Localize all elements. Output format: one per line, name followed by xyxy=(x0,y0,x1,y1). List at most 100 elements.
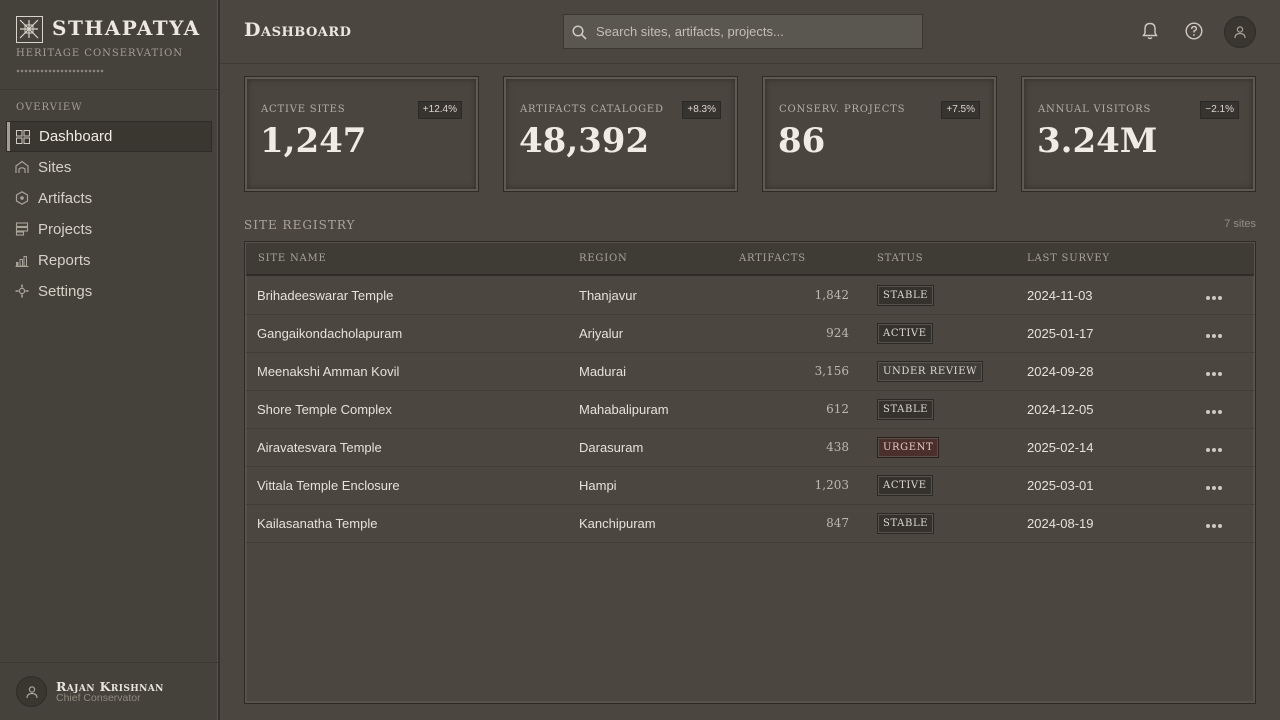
sidebar-nav: Dashboard Sites Artifacts Projects Repor… xyxy=(6,121,212,307)
sidebar-item-projects[interactable]: Projects xyxy=(6,214,212,245)
table-header: SITE NAME REGION ARTIFACTS STATUS LAST S… xyxy=(246,243,1254,276)
last-survey-date: 2025-02-14 xyxy=(1027,440,1094,455)
section-title: SITE REGISTRY xyxy=(244,218,356,232)
stat-card-visitors[interactable]: ANNUAL VISITORS −2.1% 3.24M xyxy=(1021,76,1256,192)
column-header-status[interactable]: STATUS xyxy=(877,253,923,264)
site-name: Meenakshi Amman Kovil xyxy=(257,364,400,379)
notifications-button[interactable] xyxy=(1140,21,1160,41)
last-survey-date: 2024-09-28 xyxy=(1027,364,1094,379)
site-name: Gangaikondacholapuram xyxy=(257,326,403,341)
sidebar-item-sites[interactable]: Sites xyxy=(6,152,212,183)
search-input[interactable] xyxy=(596,15,916,48)
sidebar-item-artifacts[interactable]: Artifacts xyxy=(6,183,212,214)
column-header-last-survey[interactable]: LAST SURVEY xyxy=(1027,253,1110,264)
status-badge: STABLE xyxy=(877,399,935,420)
user-role: Chief Conservator xyxy=(56,692,141,704)
status-badge: STABLE xyxy=(877,285,935,306)
more-options-icon[interactable] xyxy=(1206,477,1230,493)
last-survey-date: 2024-12-05 xyxy=(1027,402,1094,417)
brand-name: STHAPATYA xyxy=(52,16,201,40)
stat-value: 3.24M xyxy=(1037,121,1158,161)
last-survey-date: 2024-11-03 xyxy=(1027,288,1093,303)
more-options-icon[interactable] xyxy=(1206,287,1230,303)
stat-label: ARTIFACTS CATALOGED xyxy=(520,104,664,115)
table-row[interactable]: Airavatesvara Temple Darasuram 438 URGENT 20… xyxy=(246,429,1254,467)
site-name: Shore Temple Complex xyxy=(257,402,392,417)
divider xyxy=(0,662,218,663)
site-name: Brihadeeswarar Temple xyxy=(257,288,394,303)
stack-icon xyxy=(15,222,29,236)
status-badge: UNDER REVIEW xyxy=(877,361,983,382)
stat-card-projects[interactable]: CONSERV. PROJECTS +7.5% 86 xyxy=(762,76,997,192)
site-region: Mahabalipuram xyxy=(579,402,669,417)
more-options-icon[interactable] xyxy=(1206,401,1230,417)
more-options-icon[interactable] xyxy=(1206,515,1230,531)
help-button[interactable] xyxy=(1184,21,1204,41)
stat-label: CONSERV. PROJECTS xyxy=(779,104,906,115)
artifact-count: 924 xyxy=(826,326,849,340)
site-name: Vittala Temple Enclosure xyxy=(257,478,400,493)
more-options-icon[interactable] xyxy=(1206,325,1230,341)
temple-icon xyxy=(15,160,29,173)
search-bar[interactable] xyxy=(563,14,923,49)
site-registry-table: SITE NAME REGION ARTIFACTS STATUS LAST S… xyxy=(244,241,1256,704)
user-icon xyxy=(1234,26,1246,39)
site-name: Kailasanatha Temple xyxy=(257,516,378,531)
stat-change-badge: +7.5% xyxy=(941,101,980,119)
site-region: Darasuram xyxy=(579,440,644,455)
table-row[interactable]: Shore Temple Complex Mahabalipuram 612 STAB… xyxy=(246,391,1254,429)
stat-card-artifacts[interactable]: ARTIFACTS CATALOGED +8.3% 48,392 xyxy=(503,76,738,192)
account-button[interactable] xyxy=(1224,16,1256,48)
help-icon xyxy=(1185,22,1203,40)
search-icon xyxy=(572,25,587,40)
status-badge: STABLE xyxy=(877,513,935,534)
stat-label: ANNUAL VISITORS xyxy=(1038,104,1152,115)
status-badge: ACTIVE xyxy=(877,323,933,344)
grid-icon xyxy=(16,130,30,144)
more-options-icon[interactable] xyxy=(1206,363,1230,379)
status-badge: URGENT xyxy=(877,437,940,458)
table-row[interactable]: Kailasanatha Temple Kanchipuram 847 STABLE 2… xyxy=(246,505,1254,543)
brand-tagline: HERITAGE CONSERVATION xyxy=(16,48,184,59)
column-header-artifacts[interactable]: ARTIFACTS xyxy=(739,253,806,264)
site-region: Madurai xyxy=(579,364,626,379)
sidebar-item-label: Settings xyxy=(38,283,93,300)
artifact-count: 438 xyxy=(826,440,849,454)
table-row[interactable]: Gangaikondacholapuram Ariyalur 924 ACTIVE 20… xyxy=(246,315,1254,353)
last-survey-date: 2025-01-17 xyxy=(1027,326,1094,341)
sidebar-item-label: Projects xyxy=(38,221,93,238)
artifact-count: 847 xyxy=(826,516,849,530)
site-region: Kanchipuram xyxy=(579,516,656,531)
artifact-count: 3,156 xyxy=(814,364,849,378)
user-avatar[interactable] xyxy=(16,676,47,707)
sidebar-item-label: Sites xyxy=(38,159,72,176)
divider xyxy=(0,89,218,90)
site-name: Airavatesvara Temple xyxy=(257,440,382,455)
artifact-count: 1,842 xyxy=(814,288,849,302)
table-row[interactable]: Vittala Temple Enclosure Hampi 1,203 ACTIVE… xyxy=(246,467,1254,505)
column-header-site-name[interactable]: SITE NAME xyxy=(258,253,327,264)
page-title: Dashboard xyxy=(244,19,352,41)
artifact-count: 1,203 xyxy=(814,478,849,492)
table-row[interactable]: Brihadeeswarar Temple Thanjavur 1,842 STABL… xyxy=(246,277,1254,315)
hexagon-icon xyxy=(15,191,29,205)
stat-change-badge: +12.4% xyxy=(417,101,462,119)
column-header-region[interactable]: REGION xyxy=(579,253,628,264)
site-count: 7 sites xyxy=(1224,218,1256,230)
stat-change-badge: −2.1% xyxy=(1200,101,1239,119)
stat-card-active-sites[interactable]: ACTIVE SITES +12.4% 1,247 xyxy=(244,76,479,192)
artifact-count: 612 xyxy=(826,402,849,416)
sidebar-item-label: Artifacts xyxy=(38,190,93,207)
sidebar-item-settings[interactable]: Settings xyxy=(6,276,212,307)
sidebar-item-dashboard[interactable]: Dashboard xyxy=(6,121,212,152)
site-region: Thanjavur xyxy=(579,288,637,303)
logo-icon xyxy=(16,16,43,43)
top-header: Dashboard xyxy=(220,0,1280,64)
sidebar-item-reports[interactable]: Reports xyxy=(6,245,212,276)
last-survey-date: 2024-08-19 xyxy=(1027,516,1094,531)
brand-ornament xyxy=(16,69,104,73)
nav-heading: OVERVIEW xyxy=(16,102,83,113)
table-row[interactable]: Meenakshi Amman Kovil Madurai 3,156 UNDER R… xyxy=(246,353,1254,391)
bar-chart-icon xyxy=(15,256,29,267)
more-options-icon[interactable] xyxy=(1206,439,1230,455)
